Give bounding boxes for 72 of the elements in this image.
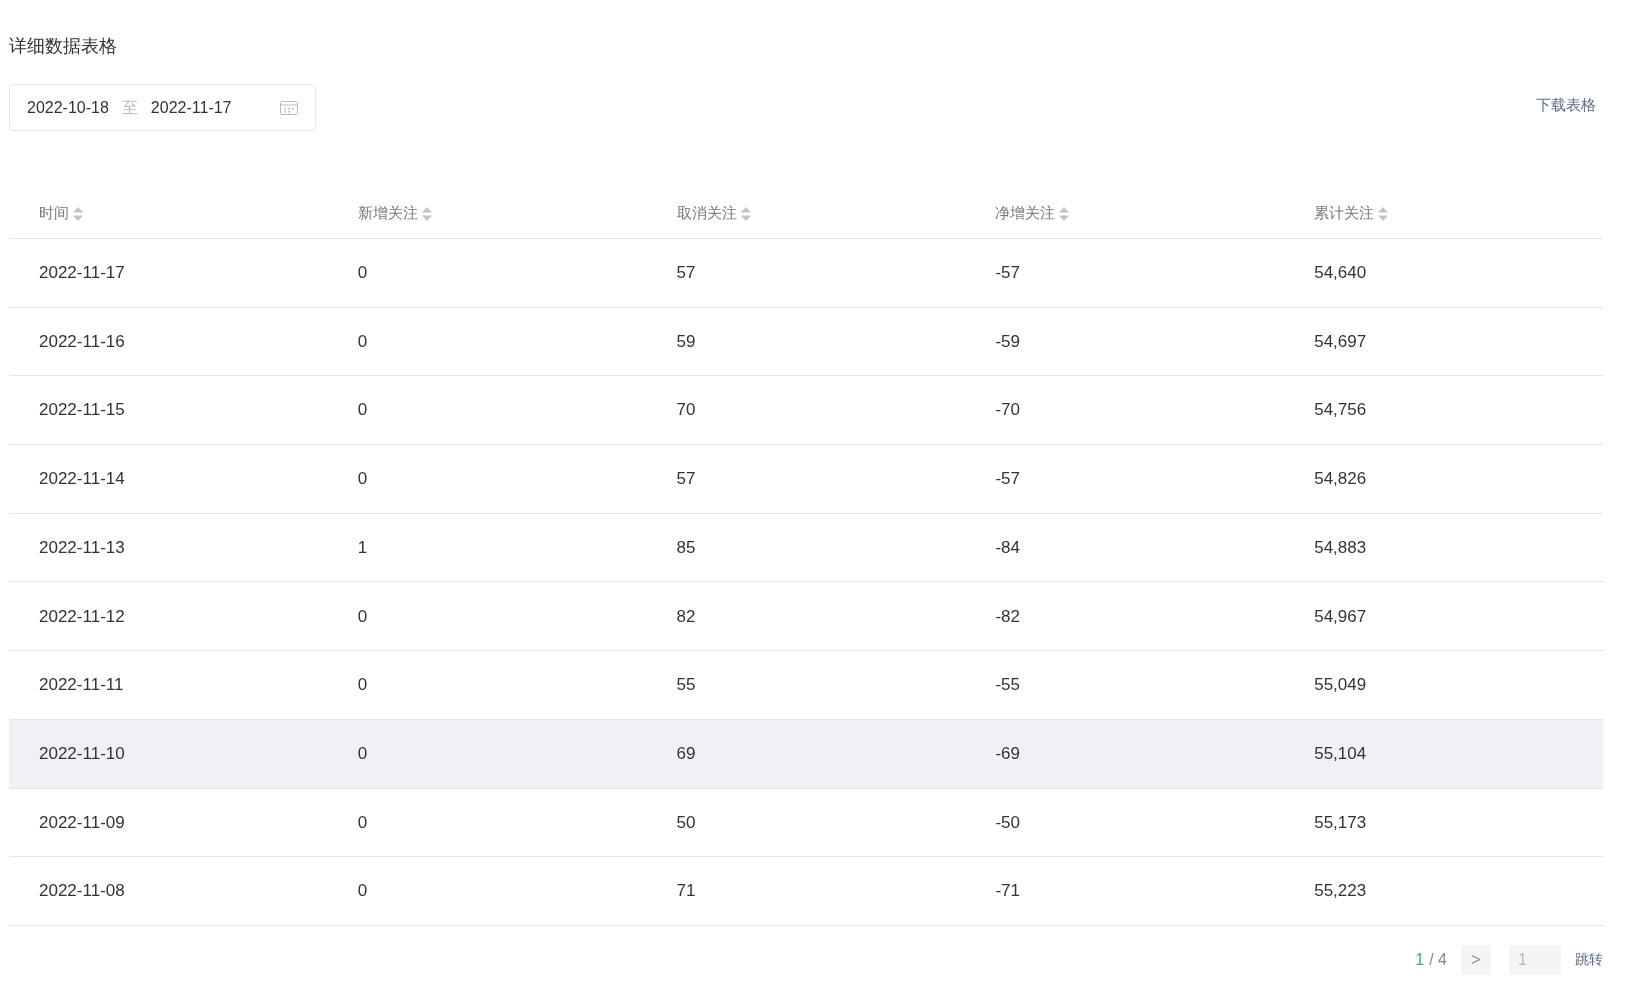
- column-header[interactable]: 时间: [39, 202, 69, 225]
- table-cell: 0: [357, 675, 368, 695]
- table-cell: -71: [995, 881, 1020, 901]
- table-cell: 0: [357, 881, 368, 901]
- table-cell: 55,104: [1314, 743, 1367, 763]
- table-cell: 2022-11-15: [39, 400, 125, 420]
- table-cell: -57: [995, 263, 1020, 283]
- table-cell: -82: [995, 606, 1020, 626]
- table-cell: 54,967: [1314, 606, 1367, 626]
- table-cell: 69: [676, 743, 696, 763]
- table-cell: -57: [995, 469, 1020, 489]
- date-range-picker[interactable]: 2022-10-18 至 2022-11-17: [9, 84, 316, 131]
- column-header[interactable]: 取消关注: [676, 202, 737, 225]
- table-cell: 55,049: [1314, 675, 1367, 695]
- table-cell: 54,756: [1314, 400, 1367, 420]
- table-cell: 85: [676, 537, 696, 557]
- table-cell: 0: [357, 263, 368, 283]
- table-cell: 2022-11-16: [39, 331, 125, 351]
- table-cell: 50: [676, 812, 696, 832]
- section-title: 详细数据表格: [9, 35, 117, 58]
- table-cell: 57: [676, 469, 696, 489]
- table-cell: 0: [357, 812, 368, 832]
- table-cell: 2022-11-14: [39, 469, 125, 489]
- table-cell: -55: [995, 675, 1020, 695]
- table-cell: 55: [676, 675, 696, 695]
- page-total: / 4: [1429, 949, 1447, 970]
- column-header[interactable]: 净增关注: [995, 202, 1056, 225]
- date-separator: 至: [121, 97, 138, 118]
- table-cell: -84: [995, 537, 1020, 557]
- table-cell: 55,223: [1314, 881, 1367, 901]
- table-cell: 82: [676, 606, 696, 626]
- sort-icon[interactable]: [421, 205, 432, 222]
- table-cell: 54,883: [1314, 537, 1367, 557]
- calendar-icon: [280, 100, 298, 115]
- table-cell: 0: [357, 400, 368, 420]
- table-cell: 0: [357, 606, 368, 626]
- column-header[interactable]: 累计关注: [1314, 202, 1375, 225]
- table-cell: 57: [676, 263, 696, 283]
- table-cell: 0: [357, 743, 368, 763]
- table-cell: 70: [676, 400, 696, 420]
- table-cell: 2022-11-09: [39, 812, 125, 832]
- column-header[interactable]: 新增关注: [357, 202, 418, 225]
- table-cell: 1: [357, 537, 368, 557]
- current-page: 1: [1415, 949, 1425, 970]
- table-cell: -50: [995, 812, 1020, 832]
- table-cell: 54,826: [1314, 469, 1367, 489]
- download-table-link[interactable]: 下载表格: [1536, 94, 1596, 117]
- table-cell: 2022-11-12: [39, 606, 125, 626]
- table-cell: 2022-11-08: [39, 881, 125, 901]
- table-cell: 2022-11-10: [39, 743, 125, 763]
- table-cell: 55,173: [1314, 812, 1367, 832]
- table-cell: 2022-11-17: [39, 263, 125, 283]
- page-jump-field[interactable]: 1: [1509, 944, 1561, 975]
- table-row[interactable]: 2022-11-10 0 69 -69 55,104: [9, 719, 1603, 789]
- sort-icon[interactable]: [1059, 205, 1070, 222]
- sort-icon[interactable]: [740, 205, 751, 222]
- table-cell: 0: [357, 469, 368, 489]
- jump-button[interactable]: 跳转: [1575, 949, 1603, 971]
- table-cell: 54,697: [1314, 331, 1367, 351]
- start-date: 2022-10-18: [27, 97, 109, 118]
- table-cell: -69: [995, 743, 1020, 763]
- sort-icon[interactable]: [73, 205, 83, 222]
- table-cell: 54,640: [1314, 263, 1367, 283]
- table-cell: 71: [676, 881, 696, 901]
- table-cell: 2022-11-11: [39, 675, 124, 695]
- table-cell: 0: [357, 331, 368, 351]
- end-date: 2022-11-17: [150, 97, 232, 118]
- table-cell: 2022-11-13: [39, 537, 125, 557]
- table-cell: 59: [676, 331, 696, 351]
- table-cell: -59: [995, 331, 1020, 351]
- sort-icon[interactable]: [1378, 205, 1389, 222]
- table-cell: -70: [995, 400, 1020, 420]
